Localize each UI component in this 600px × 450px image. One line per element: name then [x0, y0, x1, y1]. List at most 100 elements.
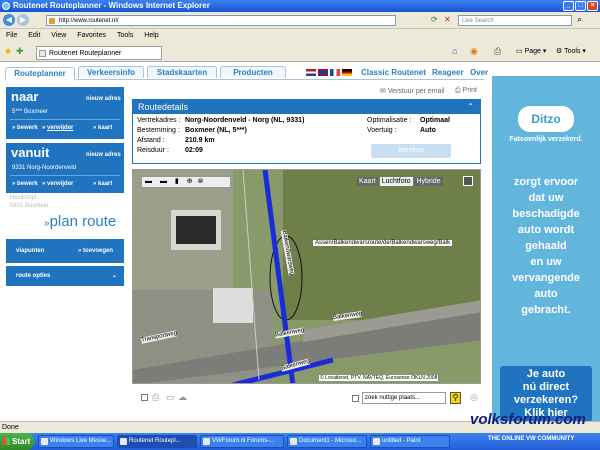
email-link[interactable]: ✉ Verstuur per email [380, 87, 445, 95]
flag-uk-icon[interactable] [318, 69, 328, 76]
ad-cta-line: verzekeren? [513, 394, 579, 406]
chevron-down-icon: ⌄ [112, 273, 118, 279]
vanuit-bewerk-link[interactable]: » bewerk [12, 181, 38, 187]
ad-text-line: beschadigde [512, 208, 580, 220]
search-icon[interactable]: ⌕ [577, 14, 582, 25]
flag-fr-icon[interactable] [330, 69, 340, 76]
browser-tab[interactable]: Routenet Routeplanner [36, 46, 162, 60]
bereken-button[interactable]: Bereken [371, 144, 451, 158]
map-pan-controls[interactable]: ▬ ▬ ▮ ⊕ ⊗ [141, 176, 231, 188]
toevoegen-link[interactable]: » toevoegen [78, 248, 113, 254]
naar-block: naar nieuw adres 5*** Boxmeer » bewerk »… [6, 87, 124, 139]
menu-help[interactable]: Help [144, 32, 158, 39]
zoom-in-icon[interactable]: ▬ [160, 178, 167, 185]
mode-luchtfoto[interactable]: Luchtfoto [379, 177, 413, 186]
zoom-level-icon[interactable]: ▮ [175, 178, 179, 185]
map-label-street-top: Assen/Balkendwarsroute/de/Balkendwarsweg… [313, 240, 453, 246]
naar-verwijder-link[interactable]: » verwijder [42, 125, 73, 131]
advertisement-banner[interactable]: Ditzo Fatsoenlijk verzekerd. zorgt ervoo… [492, 76, 600, 422]
menu-edit[interactable]: Edit [28, 32, 40, 39]
mode-hybride[interactable]: Hybride [414, 177, 443, 186]
poi-checkbox[interactable] [352, 395, 359, 402]
naar-bewerk-label: bewerk [17, 125, 38, 131]
ad-text-line: en uw [530, 256, 562, 268]
map-area[interactable]: ▬ ▬ ▮ ⊕ ⊗ Kaart Luchtfoto Hybride Assen/… [132, 169, 481, 384]
route-option-value[interactable]: Auto [420, 127, 436, 134]
flag-nl-icon[interactable] [306, 69, 316, 76]
map-help-icon[interactable]: ◎ [470, 392, 478, 403]
map-mode-switch: Kaart Luchtfoto Hybride [357, 176, 455, 188]
plan-route-button[interactable]: »plan route [44, 213, 116, 230]
forward-button[interactable]: ▶ [17, 14, 29, 26]
search-input[interactable]: Live Search [458, 15, 572, 26]
zoom-out-icon[interactable]: ▬ [145, 178, 152, 185]
menu-tools[interactable]: Tools [117, 32, 133, 39]
tools-menu[interactable]: ⚙ Tools ▾ [556, 47, 586, 55]
map-cloud-icon[interactable]: ☁ [178, 392, 187, 403]
ad-text-line: auto [534, 288, 558, 300]
task-word[interactable]: Document1 - Microso... [287, 435, 367, 448]
map-fullscreen-icon[interactable] [463, 176, 473, 186]
favorites-star-icon[interactable]: ★ [4, 46, 12, 57]
naar-verwijder-label: verwijder [47, 125, 74, 131]
task-vwforum[interactable]: VWForum.nl Forums-... [200, 435, 284, 448]
map-tool-checkbox[interactable] [141, 394, 148, 401]
naar-new-address-link[interactable]: nieuw adres [86, 96, 121, 102]
print-label: Print [462, 87, 477, 94]
route-option-value[interactable]: Optimaal [420, 117, 450, 124]
naar-bewerk-link[interactable]: » bewerk [12, 125, 38, 131]
task-messenger[interactable]: Windows Live Messe... [38, 435, 114, 448]
reageer-link[interactable]: Reageer [432, 68, 464, 77]
windows-logo-icon [3, 438, 10, 445]
task-paint[interactable]: untitled - Paint [370, 435, 450, 448]
naar-kaart-link[interactable]: » kaart [93, 125, 112, 131]
stop-icon[interactable]: ✕ [444, 15, 451, 24]
back-button[interactable]: ◀ [3, 14, 15, 26]
classic-routenet-link[interactable]: Classic Routenet [361, 68, 426, 77]
tab-stadskaarten[interactable]: Stadskaarten [147, 66, 217, 78]
vanuit-bewerk-label: bewerk [17, 181, 38, 187]
pan-icon[interactable]: ⊗ [198, 178, 204, 185]
poi-search-input[interactable]: zoek nuttige plaats... [362, 392, 446, 404]
close-button[interactable]: × [587, 1, 598, 11]
start-button[interactable]: Start [0, 433, 34, 450]
task-routenet[interactable]: Routenet Routepl... [117, 435, 197, 448]
tab-producten[interactable]: Producten [220, 66, 286, 78]
refresh-icon[interactable]: ⟳ [431, 15, 438, 24]
home-icon[interactable]: ⌂ [452, 46, 457, 56]
ad-brand: Ditzo [531, 112, 561, 126]
route-opties-block[interactable]: route opties ⌄ [6, 266, 124, 286]
flag-de-icon[interactable] [342, 69, 352, 76]
feeds-icon[interactable]: ◉ [470, 46, 478, 57]
menu-view[interactable]: View [51, 32, 66, 39]
print-link[interactable]: ⎙ Print [455, 87, 477, 95]
page-content: Routeplanner Verkeersinfo Stadskaarten P… [0, 62, 600, 422]
over-link[interactable]: Over [470, 68, 488, 77]
poi-search-icon[interactable]: ⚲ [450, 392, 461, 404]
minimize-button[interactable]: _ [563, 1, 574, 11]
vanuit-kaart-link[interactable]: » kaart [93, 181, 112, 187]
zoom-plus-icon[interactable]: ⊕ [187, 178, 193, 185]
vanuit-new-address-link[interactable]: nieuw adres [86, 152, 121, 158]
collapse-icon[interactable]: ⌃ [467, 100, 474, 114]
add-favorite-icon[interactable]: ✚ [16, 46, 24, 57]
menu-file[interactable]: File [6, 32, 17, 39]
map-car-icon[interactable]: ▭ [166, 392, 175, 403]
page-menu[interactable]: ▭ Page ▾ [516, 47, 546, 55]
tab-favicon [39, 50, 46, 57]
maximize-button[interactable]: □ [575, 1, 586, 11]
print-icon[interactable]: ⎙ [494, 46, 501, 57]
map-print-icon[interactable]: ⎙ [152, 392, 159, 403]
route-details-title: Routedetails [138, 102, 189, 112]
ad-text-line: gehaald [525, 240, 567, 252]
ad-logo: Ditzo [518, 106, 574, 132]
vanuit-label: vanuit [11, 145, 50, 160]
url-field[interactable]: http://www.routenet.nl/ [46, 15, 396, 26]
menu-favorites[interactable]: Favorites [77, 32, 106, 39]
route-row-label: Bestemming : [137, 127, 180, 134]
mode-kaart[interactable]: Kaart [357, 177, 378, 186]
vanuit-verwijder-link[interactable]: » verwijder [42, 181, 73, 187]
address-bar: ◀ ▶ http://www.routenet.nl/ ⟳ ✕ Live Sea… [0, 12, 600, 29]
tab-verkeersinfo[interactable]: Verkeersinfo [78, 66, 144, 78]
tab-routeplanner[interactable]: Routeplanner [5, 67, 75, 81]
